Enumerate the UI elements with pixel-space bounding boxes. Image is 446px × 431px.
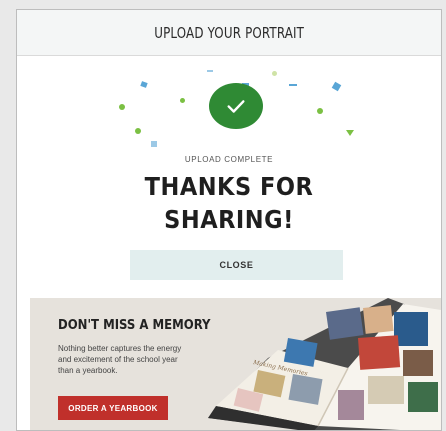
confetti-icon	[207, 70, 213, 72]
confetti-icon	[289, 84, 297, 86]
thanks-headline: THANKS FOR SHARING!	[17, 170, 441, 236]
upload-status: UPLOAD COMPLETE	[184, 155, 274, 164]
confetti-icon	[272, 71, 277, 76]
confetti-icon	[317, 108, 323, 114]
confetti-icon	[135, 128, 141, 134]
confetti-icon	[331, 81, 342, 92]
confetti-icon	[119, 104, 125, 110]
promo-body-line: and excitement of the school year	[58, 355, 178, 364]
close-button[interactable]: CLOSE	[130, 250, 343, 280]
confetti-icon	[140, 81, 148, 88]
yearbook-promo-banner: DON'T MISS A MEMORY Nothing better captu…	[30, 298, 441, 430]
promo-description: Nothing better captures the energy and e…	[58, 343, 218, 376]
modal-title: UPLOAD YOUR PORTRAIT	[154, 23, 304, 42]
promo-title: DON'T MISS A MEMORY	[58, 318, 211, 333]
open-yearbook-image: Making Memories	[208, 298, 441, 430]
modal-header: UPLOAD YOUR PORTRAIT	[17, 10, 441, 56]
order-yearbook-button[interactable]: ORDER A YEARBOOK	[58, 396, 168, 420]
check-icon	[227, 100, 245, 113]
upload-success-badge	[209, 83, 263, 129]
promo-body-line: Nothing better captures the energy	[58, 344, 182, 353]
confetti-icon	[151, 141, 157, 147]
confetti-icon	[180, 98, 185, 103]
headline-line-2: SHARING!	[164, 205, 294, 234]
promo-body-line: than a yearbook.	[58, 366, 118, 375]
confetti-icon	[346, 130, 354, 136]
upload-portrait-modal: UPLOAD YOUR PORTRAIT UPLOAD COMPLETE THA…	[16, 9, 442, 431]
headline-line-1: THANKS FOR	[144, 172, 314, 201]
